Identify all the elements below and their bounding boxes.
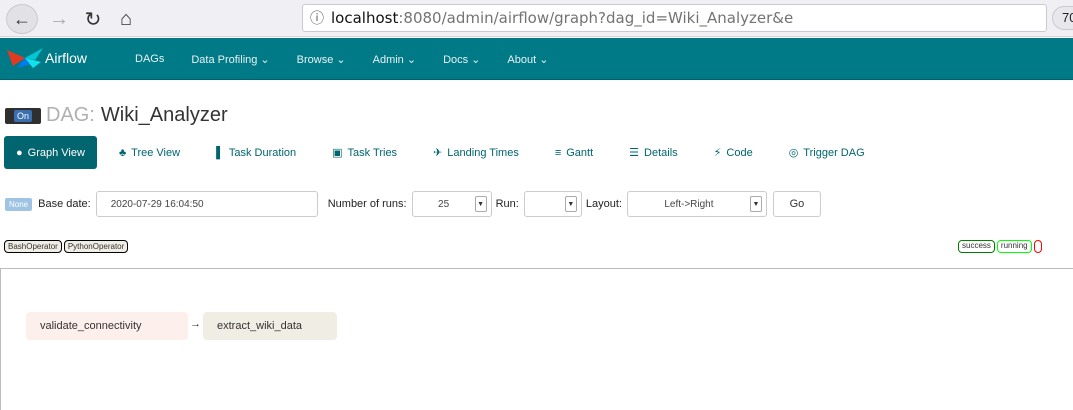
tab-landing-times[interactable]: ✈ Landing Times bbox=[433, 146, 519, 160]
operator-tag: PythonOperator bbox=[63, 240, 129, 253]
tab-graph-view[interactable]: ● Graph View bbox=[4, 136, 97, 169]
back-arrow-icon[interactable]: ← bbox=[6, 4, 38, 34]
airflow-brand[interactable]: Airflow bbox=[5, 46, 87, 70]
toggle-label: On bbox=[13, 109, 32, 122]
chevron-down-icon: ▼ bbox=[749, 196, 762, 212]
tab-label: Tree View bbox=[131, 146, 181, 159]
nav-item-about[interactable]: About ⌄ bbox=[507, 53, 548, 66]
url-text: localhost:8080/admin/airflow/graph?dag_i… bbox=[331, 9, 794, 27]
num-runs-value: 25 bbox=[438, 198, 450, 210]
dag-graph-canvas[interactable]: validate_connectivity → extract_wiki_dat… bbox=[0, 268, 1073, 410]
tree-icon: ♣ bbox=[118, 146, 127, 159]
state-tag-running: running bbox=[996, 240, 1032, 253]
run-select[interactable]: ▼ bbox=[523, 191, 582, 217]
tab-label: Task Duration bbox=[228, 146, 297, 159]
forward-arrow-icon[interactable]: → bbox=[46, 4, 72, 34]
graph-controls: None Base date: 2020-07-29 16:04:50 Numb… bbox=[5, 190, 821, 218]
airflow-navbar: Airflow DAGs Data Profiling ⌄ Browse ⌄ A… bbox=[0, 38, 1073, 80]
bar-chart-icon: ▌ bbox=[216, 146, 224, 159]
tab-label: Trigger DAG bbox=[803, 146, 865, 159]
gantt-icon: ≡ bbox=[554, 146, 562, 159]
tab-code[interactable]: ⚡ Code bbox=[713, 146, 753, 160]
nav-item-docs[interactable]: Docs ⌄ bbox=[443, 53, 480, 66]
state-tag-failed bbox=[1033, 240, 1042, 253]
reload-icon[interactable]: ↻ bbox=[80, 4, 106, 34]
num-runs-label: Number of runs: bbox=[327, 198, 407, 210]
go-button[interactable]: Go bbox=[772, 191, 821, 217]
operator-tag: BashOperator bbox=[4, 240, 62, 253]
nav-item-browse[interactable]: Browse ⌄ bbox=[297, 53, 346, 66]
nav-item-admin[interactable]: Admin ⌄ bbox=[373, 53, 416, 66]
nav-item-dags[interactable]: DAGs bbox=[135, 53, 164, 65]
state-legend: success running bbox=[958, 240, 1044, 253]
view-tabs: ● Graph View ♣ Tree View ▌ Task Duration ▣ T… bbox=[4, 136, 901, 169]
browser-toolbar: ← → ↻ ⌂ ⓘ localhost:8080/admin/airflow/g… bbox=[0, 0, 1073, 37]
task-node-validate-connectivity[interactable]: validate_connectivity bbox=[26, 312, 188, 340]
play-circle-icon: ◎ bbox=[788, 147, 799, 159]
dag-name: Wiki_Analyzer bbox=[100, 104, 228, 126]
base-date-input[interactable]: 2020-07-29 16:04:50 bbox=[95, 191, 318, 217]
tab-label: Gantt bbox=[566, 146, 594, 159]
tab-label: Task Tries bbox=[347, 146, 398, 159]
chevron-down-icon: ▼ bbox=[474, 196, 487, 212]
operator-legend: BashOperator PythonOperator bbox=[4, 240, 130, 253]
tab-label: Landing Times bbox=[447, 146, 519, 159]
dag-on-toggle[interactable]: On bbox=[5, 107, 41, 124]
tab-label: Code bbox=[726, 146, 753, 159]
layout-label: Layout: bbox=[585, 198, 622, 210]
tab-label: Graph View bbox=[27, 146, 85, 159]
edge-arrow: → bbox=[190, 318, 201, 330]
dag-label: DAG: bbox=[46, 104, 95, 126]
tab-trigger-dag[interactable]: ◎ Trigger DAG bbox=[788, 146, 865, 160]
list-icon: ☰ bbox=[629, 147, 640, 159]
info-icon[interactable]: ⓘ bbox=[303, 8, 331, 28]
task-node-extract-wiki-data[interactable]: extract_wiki_data bbox=[203, 312, 337, 340]
tries-icon: ▣ bbox=[332, 147, 343, 159]
brand-name: Airflow bbox=[45, 50, 88, 66]
chevron-down-icon: ▼ bbox=[564, 196, 577, 212]
state-tag-success: success bbox=[958, 240, 995, 253]
tab-label: Details bbox=[644, 146, 678, 159]
tab-details[interactable]: ☰ Details bbox=[629, 146, 678, 160]
dag-header: On DAG: Wiki_Analyzer bbox=[5, 104, 228, 127]
tab-task-tries[interactable]: ▣ Task Tries bbox=[332, 146, 398, 160]
nav-item-data-profiling[interactable]: Data Profiling ⌄ bbox=[191, 53, 269, 66]
run-label: Run: bbox=[495, 198, 519, 210]
bolt-icon: ⚡ bbox=[713, 147, 722, 159]
none-badge: None bbox=[5, 197, 33, 211]
layout-value: Left->Right bbox=[664, 198, 714, 210]
plane-icon: ✈ bbox=[433, 147, 443, 159]
tab-tree-view[interactable]: ♣ Tree View bbox=[119, 147, 180, 159]
graph-icon: ● bbox=[16, 146, 23, 159]
zoom-indicator[interactable]: 70 bbox=[1052, 6, 1073, 30]
nav-menu: DAGs Data Profiling ⌄ Browse ⌄ Admin ⌄ D… bbox=[135, 38, 575, 80]
tab-task-duration[interactable]: ▌ Task Duration bbox=[216, 147, 296, 159]
home-icon[interactable]: ⌂ bbox=[113, 4, 139, 34]
airflow-logo-icon bbox=[5, 46, 45, 70]
num-runs-select[interactable]: 25 ▼ bbox=[411, 191, 492, 217]
layout-select[interactable]: Left->Right ▼ bbox=[626, 191, 767, 217]
base-date-label: Base date: bbox=[38, 198, 91, 210]
tab-gantt[interactable]: ≡ Gantt bbox=[555, 147, 593, 159]
url-bar[interactable]: ⓘ localhost:8080/admin/airflow/graph?dag… bbox=[302, 4, 1047, 32]
